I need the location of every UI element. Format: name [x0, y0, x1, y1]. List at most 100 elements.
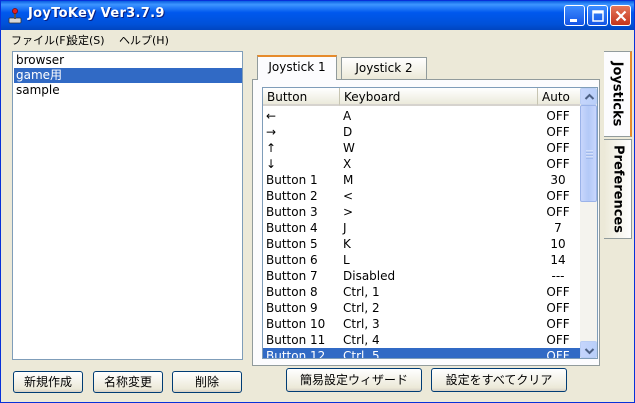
- cell-button: Button 6: [266, 253, 318, 267]
- app-joystick-icon: [8, 8, 22, 24]
- column-header-button[interactable]: Button: [263, 88, 340, 106]
- cell-button: ↑: [266, 141, 277, 155]
- scroll-up-button[interactable]: [580, 88, 597, 105]
- button-assignment-grid[interactable]: Button Keyboard Auto ← A OFF → D OFF ↑ W OFF ↓ X OF…: [262, 87, 598, 359]
- setup-wizard-button[interactable]: 簡易設定ウィザード: [286, 368, 422, 392]
- cell-auto: OFF: [546, 349, 570, 359]
- table-row[interactable]: Button 12 Ctrl, 5 OFF: [263, 348, 581, 359]
- table-row[interactable]: Button 3 > OFF: [263, 204, 581, 220]
- cell-keyboard: Ctrl, 4: [343, 333, 380, 347]
- cell-button: Button 3: [266, 205, 318, 219]
- cell-keyboard: M: [343, 173, 354, 187]
- grip-icon: [586, 150, 593, 159]
- column-header-auto[interactable]: Auto: [538, 88, 582, 106]
- cell-auto: 10: [550, 237, 566, 251]
- tab-joysticks-label: Joysticks: [609, 61, 625, 127]
- clear-all-settings-button[interactable]: 設定をすべてクリア: [431, 368, 567, 392]
- table-row[interactable]: Button 10 Ctrl, 3 OFF: [263, 316, 581, 332]
- chevron-down-icon: [584, 348, 595, 355]
- cell-keyboard: Ctrl, 2: [343, 301, 380, 315]
- cell-button: Button 11: [266, 333, 326, 347]
- cell-auto: OFF: [546, 301, 570, 315]
- cell-button: Button 1: [266, 173, 318, 187]
- delete-profile-button[interactable]: 削除: [172, 371, 242, 393]
- cell-auto: OFF: [546, 141, 570, 155]
- profile-item-game[interactable]: game用: [14, 68, 242, 83]
- scroll-thumb[interactable]: [580, 105, 597, 202]
- cell-keyboard: L: [343, 253, 350, 267]
- menu-file[interactable]: ファイル(F): [11, 32, 70, 48]
- table-row[interactable]: ↓ X OFF: [263, 156, 581, 172]
- cell-button: ←: [266, 109, 277, 123]
- window-title: JoyToKey Ver3.7.9: [28, 6, 165, 21]
- tab-preferences-label: Preferences: [610, 145, 625, 233]
- cell-button: Button 9: [266, 301, 318, 315]
- main-window: JoyToKey Ver3.7.9 ファイル(F) 設定(S) ヘルプ(H) b…: [0, 0, 635, 403]
- table-row[interactable]: Button 9 Ctrl, 2 OFF: [263, 300, 581, 316]
- table-row[interactable]: Button 2 < OFF: [263, 188, 581, 204]
- title-bar[interactable]: JoyToKey Ver3.7.9: [1, 1, 634, 30]
- table-row[interactable]: Button 8 Ctrl, 1 OFF: [263, 284, 581, 300]
- table-row[interactable]: ← A OFF: [263, 108, 581, 124]
- minimize-button[interactable]: [564, 5, 585, 26]
- close-button[interactable]: [610, 5, 631, 26]
- column-header-keyboard[interactable]: Keyboard: [340, 88, 538, 106]
- cell-keyboard: W: [343, 141, 355, 155]
- table-row[interactable]: Button 5 K 10: [263, 236, 581, 252]
- maximize-icon: [592, 10, 604, 22]
- cell-button: Button 10: [266, 317, 326, 331]
- scroll-down-button[interactable]: [580, 341, 597, 358]
- profile-item-sample[interactable]: sample: [14, 83, 242, 98]
- table-row[interactable]: Button 1 M 30: [263, 172, 581, 188]
- cell-keyboard: Disabled: [343, 269, 396, 283]
- cell-keyboard: J: [343, 221, 347, 235]
- table-row[interactable]: Button 11 Ctrl, 4 OFF: [263, 332, 581, 348]
- cell-keyboard: >: [343, 205, 354, 219]
- table-row[interactable]: Button 4 J 7: [263, 220, 581, 236]
- cell-auto: OFF: [546, 157, 570, 171]
- cell-auto: OFF: [546, 205, 570, 219]
- new-profile-button[interactable]: 新規作成: [13, 371, 83, 393]
- cell-auto: OFF: [546, 109, 570, 123]
- cell-button: →: [266, 125, 277, 139]
- cell-keyboard: X: [343, 157, 352, 171]
- cell-button: Button 12: [266, 349, 326, 359]
- cell-auto: OFF: [546, 189, 570, 203]
- tab-joystick-1[interactable]: Joystick 1: [257, 55, 337, 80]
- cell-keyboard: <: [343, 189, 354, 203]
- cell-auto: 14: [550, 253, 566, 267]
- maximize-button[interactable]: [587, 5, 608, 26]
- cell-button: ↓: [266, 157, 277, 171]
- cell-button: Button 4: [266, 221, 318, 235]
- cell-keyboard: A: [343, 109, 352, 123]
- profile-list[interactable]: browser game用 sample: [12, 51, 243, 360]
- table-row[interactable]: Button 6 L 14: [263, 252, 581, 268]
- cell-auto: OFF: [546, 125, 570, 139]
- tab-preferences[interactable]: Preferences: [604, 139, 632, 239]
- cell-auto: OFF: [546, 317, 570, 331]
- close-icon: [615, 10, 627, 22]
- tab-joysticks[interactable]: Joysticks: [604, 51, 632, 137]
- menu-bar: ファイル(F) 設定(S) ヘルプ(H): [1, 30, 634, 49]
- tab-joystick-2[interactable]: Joystick 2: [341, 57, 427, 79]
- cell-button: Button 8: [266, 285, 318, 299]
- cell-auto: 7: [554, 221, 562, 235]
- rename-profile-button[interactable]: 名称変更: [93, 371, 163, 393]
- cell-auto: ---: [551, 269, 565, 283]
- table-row[interactable]: ↑ W OFF: [263, 140, 581, 156]
- cell-auto: OFF: [546, 333, 570, 347]
- chevron-up-icon: [584, 93, 595, 100]
- cell-keyboard: K: [343, 237, 351, 251]
- profile-item-browser[interactable]: browser: [14, 53, 242, 68]
- menu-settings[interactable]: 設定(S): [67, 32, 105, 48]
- cell-button: Button 5: [266, 237, 318, 251]
- cell-button: Button 2: [266, 189, 318, 203]
- cell-keyboard: Ctrl, 1: [343, 285, 380, 299]
- menu-help[interactable]: ヘルプ(H): [119, 32, 169, 48]
- table-row[interactable]: → D OFF: [263, 124, 581, 140]
- minimize-icon: [570, 19, 577, 22]
- grid-vertical-scrollbar[interactable]: [580, 88, 597, 358]
- table-row[interactable]: Button 7 Disabled ---: [263, 268, 581, 284]
- cell-keyboard: Ctrl, 5: [343, 349, 380, 359]
- cell-auto: OFF: [546, 285, 570, 299]
